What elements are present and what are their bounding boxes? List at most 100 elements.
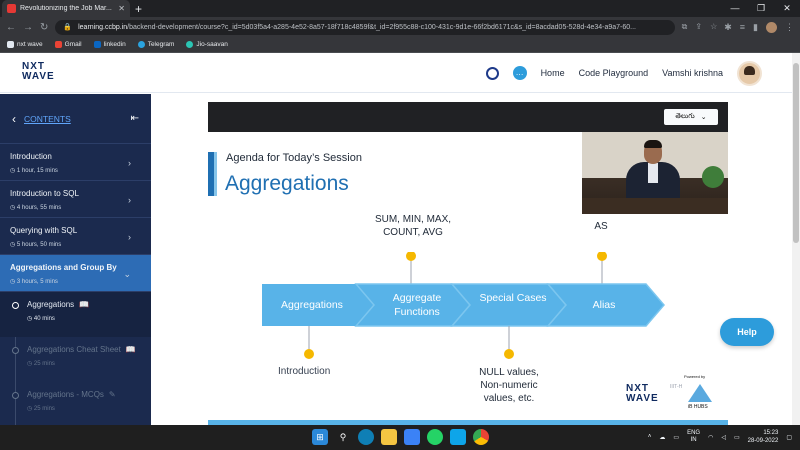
clock-icon: ◷ bbox=[27, 316, 34, 322]
linkedin-icon bbox=[93, 41, 101, 48]
unit-aggregations-cheat-sheet[interactable]: Aggregations Cheat Sheet 📖 ◷ 25 mins bbox=[0, 337, 151, 382]
user-avatar[interactable] bbox=[737, 60, 762, 86]
ib-hubs-logo-icon bbox=[688, 384, 712, 402]
gmail-icon bbox=[54, 41, 62, 48]
collapse-sidebar-icon[interactable]: ⇤ bbox=[131, 113, 139, 124]
label-special-cases-detail: NULL values, Non-numeric values, etc. bbox=[479, 367, 539, 404]
windows-start-icon[interactable]: ⊞ bbox=[312, 429, 328, 445]
chat-icon[interactable]: … bbox=[512, 66, 527, 80]
taskbar-apps: ⊞ ⚲ bbox=[312, 429, 489, 445]
site-header: NXT WAVE … Home Code Playground Vamshi k… bbox=[0, 53, 792, 93]
bookmark-star-icon[interactable]: ☆ bbox=[710, 22, 717, 32]
chapter-aggregations-and-group-by[interactable]: Aggregations and Group By ◷ 3 hours, 5 m… bbox=[0, 255, 151, 292]
chevron-down-icon: ⌄ bbox=[123, 269, 131, 279]
browser-toolbar: ← → ↻ 🔒 learning.ccbp.in/backend-develop… bbox=[0, 17, 800, 37]
contents-header: ‹ CONTENTS ⇤ bbox=[0, 94, 151, 144]
tab-close-icon[interactable]: ✕ bbox=[118, 4, 125, 13]
clock-icon: ◷ bbox=[10, 168, 17, 174]
restore-icon[interactable]: ❐ bbox=[748, 0, 774, 17]
system-tray: ˄ ☁ ▭ ENG IN ◠ ◁ ▭ 15:23 28-09-2022 ▢ bbox=[648, 429, 792, 445]
tab-favicon-icon bbox=[7, 4, 16, 13]
file-explorer-icon[interactable] bbox=[381, 429, 397, 445]
store-icon[interactable] bbox=[404, 429, 420, 445]
speaker-webcam bbox=[582, 132, 728, 214]
lock-icon: 🔒 bbox=[63, 24, 73, 31]
unit-status-icon bbox=[12, 347, 19, 354]
title-accent-bar-light bbox=[214, 152, 217, 196]
unit-aggregations[interactable]: Aggregations 📖 ◷ 40 mins bbox=[0, 292, 151, 337]
new-tab-button[interactable]: + bbox=[135, 2, 142, 16]
bookmark-gmail[interactable]: Gmail bbox=[54, 41, 82, 48]
clock-icon: ◷ bbox=[10, 205, 17, 211]
bookmark-nxt-wave[interactable]: nxt wave bbox=[7, 41, 43, 48]
wifi-icon[interactable]: ◠ bbox=[708, 434, 713, 441]
contents-title[interactable]: CONTENTS bbox=[24, 114, 123, 124]
open-in-window-icon[interactable]: ⧉ bbox=[682, 22, 688, 32]
web-page: NXT WAVE … Home Code Playground Vamshi k… bbox=[0, 53, 800, 425]
clock-icon: ◷ bbox=[27, 361, 34, 367]
notification-tray-icon[interactable]: ▭ bbox=[673, 434, 679, 441]
slide-agenda: Agenda for Today’s Session bbox=[226, 152, 362, 164]
help-button[interactable]: Help bbox=[720, 318, 774, 346]
back-chevron-icon[interactable]: ‹ bbox=[12, 112, 16, 126]
bookmark-jio-saavan[interactable]: Jio-saavan bbox=[186, 41, 228, 48]
notifications-icon[interactable]: ▢ bbox=[786, 434, 792, 441]
nxtwave-logo: NXT WAVE bbox=[626, 383, 659, 404]
chevron-right-icon: › bbox=[128, 232, 131, 242]
close-window-icon[interactable]: ✕ bbox=[774, 0, 800, 17]
video-top-bar bbox=[208, 102, 728, 132]
windows-taskbar: ⊞ ⚲ ˄ ☁ ▭ ENG IN ◠ ◁ ▭ 15:23 28-09-2022 ▢ bbox=[0, 425, 800, 450]
language-indicator[interactable]: ENG IN bbox=[687, 430, 700, 444]
nav-home[interactable]: Home bbox=[541, 68, 565, 78]
scrollbar-thumb[interactable] bbox=[793, 63, 799, 243]
search-icon[interactable]: ⚲ bbox=[335, 429, 351, 445]
bookmark-telegram[interactable]: Telegram bbox=[137, 41, 174, 48]
battery-icon[interactable]: ▭ bbox=[734, 434, 740, 441]
share-icon[interactable]: ⇪ bbox=[695, 22, 702, 32]
whatsapp-icon[interactable] bbox=[427, 429, 443, 445]
forward-icon[interactable]: → bbox=[23, 22, 33, 33]
book-icon: 📖 bbox=[79, 300, 90, 309]
edge-icon[interactable] bbox=[358, 429, 374, 445]
menu-icon[interactable]: ⋮ bbox=[785, 22, 794, 33]
photos-icon[interactable] bbox=[450, 429, 466, 445]
chapter-introduction[interactable]: Introduction ◷ 1 hour, 15 mins › bbox=[0, 144, 151, 181]
system-clock[interactable]: 15:23 28-09-2022 bbox=[748, 429, 779, 445]
stopwatch-icon[interactable] bbox=[485, 66, 499, 80]
back-icon[interactable]: ← bbox=[6, 22, 16, 33]
main-content: తెలుగు ⌄ Agenda for Today’s Session Aggr… bbox=[151, 94, 792, 425]
profile-avatar[interactable] bbox=[766, 21, 777, 33]
tray-expand-icon[interactable]: ˄ bbox=[648, 434, 652, 440]
nxtwave-logo[interactable]: NXT WAVE bbox=[22, 62, 55, 82]
tab-title: Revolutionizing the Job Mar... bbox=[20, 5, 112, 12]
language-select[interactable]: తెలుగు ⌄ bbox=[664, 109, 718, 125]
video-brand-logos: Powered by NXT WAVE IIIT-H iB HUBS bbox=[622, 370, 728, 418]
media-icon[interactable]: ≡ bbox=[740, 22, 745, 32]
marker-alias bbox=[597, 252, 607, 261]
chapter-introduction-to-sql[interactable]: Introduction to SQL ◷ 4 hours, 55 mins › bbox=[0, 181, 151, 218]
address-bar[interactable]: 🔒 learning.ccbp.in/backend-development/c… bbox=[55, 19, 675, 35]
user-name[interactable]: Vamshi krishna bbox=[662, 68, 723, 78]
chapter-querying-with-sql[interactable]: Querying with SQL ◷ 5 hours, 50 mins › bbox=[0, 218, 151, 255]
video-player[interactable]: తెలుగు ⌄ Agenda for Today’s Session Aggr… bbox=[208, 102, 728, 425]
extensions-icon[interactable]: ✱ bbox=[724, 22, 732, 33]
sidepanel-icon[interactable]: ▮ bbox=[753, 22, 758, 33]
chrome-icon[interactable] bbox=[473, 429, 489, 445]
volume-icon[interactable]: ◁ bbox=[721, 434, 726, 441]
clock-icon: ◷ bbox=[27, 406, 34, 412]
nav-code-playground[interactable]: Code Playground bbox=[579, 68, 649, 78]
url-host: learning.ccbp.in bbox=[78, 23, 128, 31]
minimize-icon[interactable]: — bbox=[722, 0, 748, 17]
url-path: /backend-development/course?c_id=5d03f5a… bbox=[127, 23, 637, 31]
bookmark-linkedin[interactable]: linkedin bbox=[93, 41, 126, 48]
chevron-down-icon: ⌄ bbox=[700, 114, 707, 121]
chevron-right-icon: › bbox=[128, 195, 131, 205]
cloud-icon[interactable]: ☁ bbox=[659, 434, 665, 441]
browser-tab[interactable]: Revolutionizing the Job Mar... ✕ bbox=[2, 0, 130, 17]
unit-aggregations-mcqs[interactable]: Aggregations - MCQs ✎ ◷ 25 mins bbox=[0, 382, 151, 425]
reload-icon[interactable]: ↻ bbox=[40, 22, 48, 33]
marker-introduction bbox=[304, 349, 314, 359]
slide-title: Aggregations bbox=[225, 172, 349, 195]
clock-icon: ◷ bbox=[10, 242, 17, 248]
stage-label-alias: Alias bbox=[592, 299, 616, 311]
